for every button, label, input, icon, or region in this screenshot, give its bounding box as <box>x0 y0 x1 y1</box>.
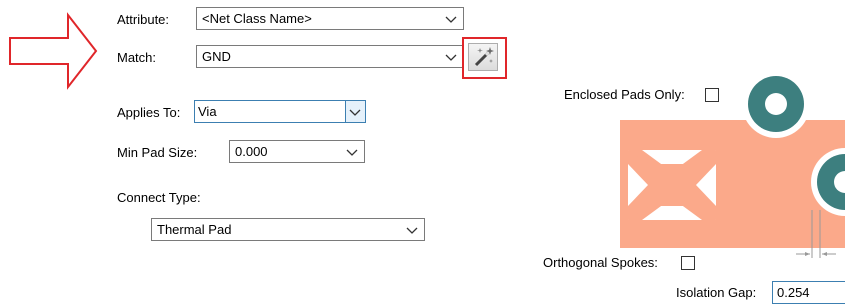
attribute-value: <Net Class Name> <box>202 11 312 26</box>
chevron-down-icon <box>346 149 358 156</box>
applies-to-dropdown-button[interactable] <box>345 101 365 122</box>
min-pad-size-dropdown[interactable]: 0.000 <box>229 140 365 163</box>
applies-to-dropdown[interactable]: Via <box>194 100 366 123</box>
isolation-gap-value: 0.254 <box>777 285 810 300</box>
isolation-gap-input[interactable]: 0.254 <box>772 281 845 304</box>
thermal-pad-center <box>650 164 694 206</box>
min-pad-size-value: 0.000 <box>235 144 268 159</box>
attribute-label: Attribute: <box>117 12 170 27</box>
connect-type-label: Connect Type: <box>117 190 201 205</box>
chevron-down-icon <box>406 227 418 234</box>
match-dropdown[interactable]: GND <box>196 45 464 68</box>
magic-wand-icon <box>474 47 494 67</box>
chevron-down-icon <box>445 16 457 23</box>
orthogonal-spokes-checkbox[interactable] <box>681 256 695 270</box>
applies-to-value: Via <box>198 104 217 119</box>
connect-type-dropdown[interactable]: Thermal Pad <box>151 218 425 241</box>
isolation-gap-label: Isolation Gap: <box>676 285 757 300</box>
chevron-down-icon <box>349 109 361 116</box>
chevron-down-icon <box>445 54 457 61</box>
thermal-pad-preview <box>620 70 845 258</box>
match-value: GND <box>202 49 231 64</box>
orthogonal-spokes-label: Orthogonal Spokes: <box>543 255 658 270</box>
arrow-right-icon <box>9 12 98 90</box>
attribute-dropdown[interactable]: <Net Class Name> <box>196 7 464 30</box>
connect-type-value: Thermal Pad <box>157 222 232 237</box>
via-top <box>742 70 810 138</box>
applies-to-label: Applies To: <box>117 105 181 120</box>
match-wizard-button[interactable] <box>468 43 498 71</box>
min-pad-size-label: Min Pad Size: <box>117 145 198 160</box>
match-label: Match: <box>117 50 157 65</box>
